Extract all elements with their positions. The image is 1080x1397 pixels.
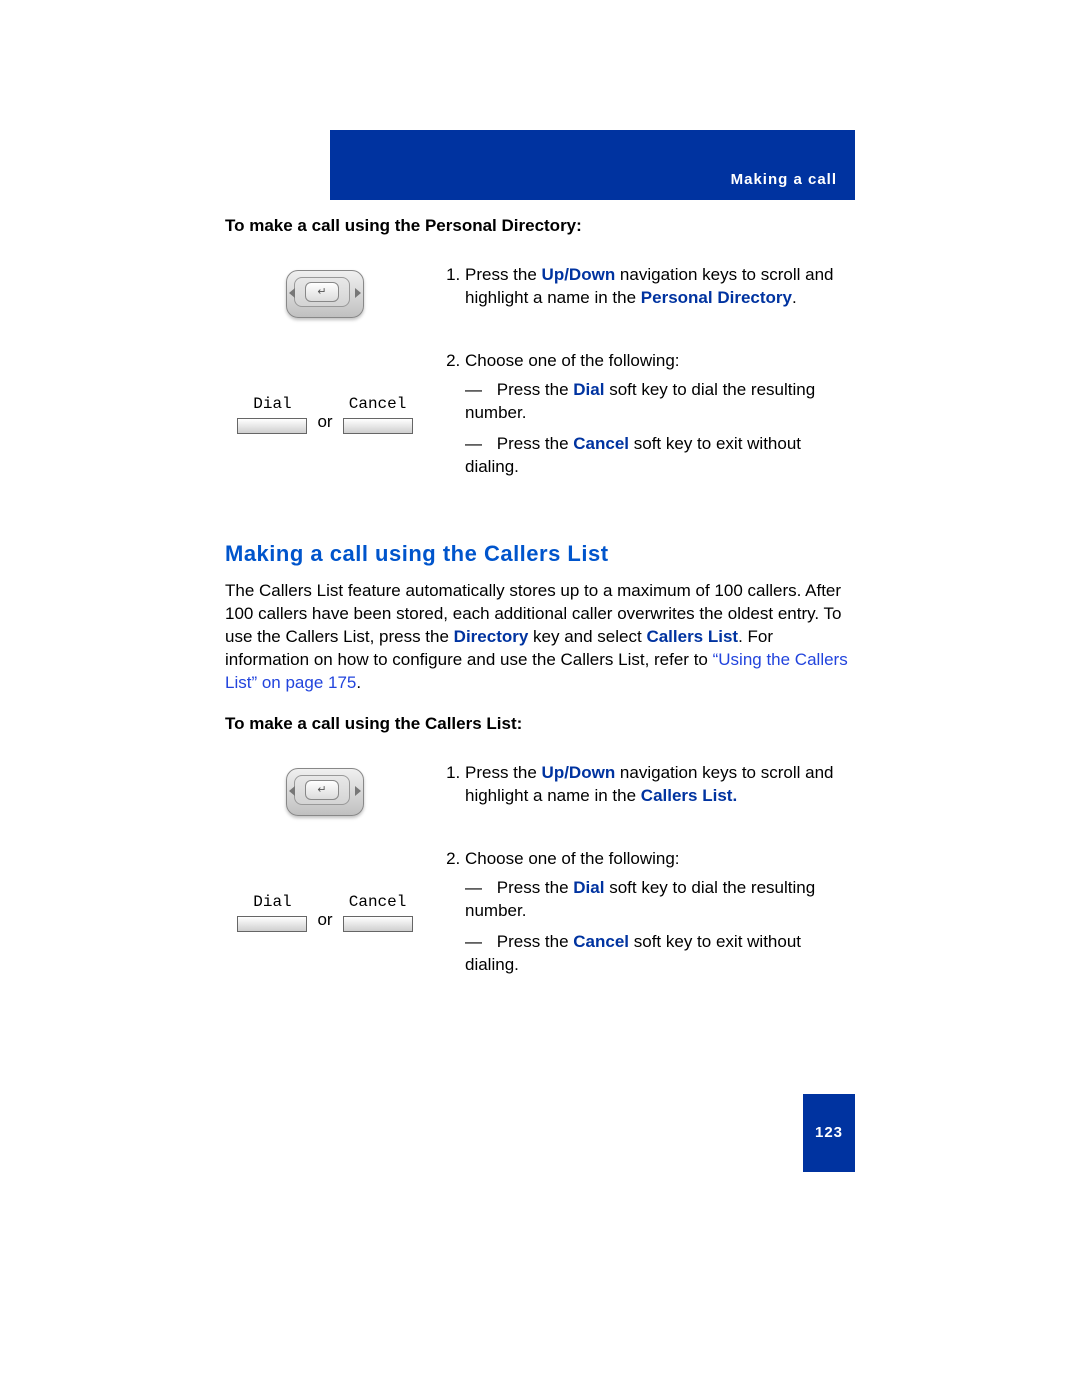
navpad-icon: ↵ — [283, 268, 367, 322]
pd-step1-text: Press the Up/Down navigation keys to scr… — [443, 264, 855, 322]
pd-steps-block: ↵ Press the Up/Down navigation keys to s… — [225, 264, 855, 487]
procedure-heading-pd: To make a call using the Personal Direct… — [225, 215, 855, 238]
page-content: To make a call using the Personal Direct… — [225, 215, 855, 985]
procedure-heading-cl: To make a call using the Callers List: — [225, 713, 855, 736]
softkey-cancel-label: Cancel — [349, 892, 407, 914]
softkey-dial-label: Dial — [253, 892, 291, 914]
softkey-cancel-button-icon — [343, 916, 413, 932]
navpad-graphic: ↵ — [225, 264, 425, 322]
pd-step2-text: Choose one of the following: Press the D… — [443, 322, 855, 487]
pd-step1: Press the Up/Down navigation keys to scr… — [465, 264, 855, 310]
page-number-tab: 123 — [803, 1094, 855, 1172]
chapter-header-label: Making a call — [731, 170, 837, 190]
navpad-icon: ↵ — [283, 766, 367, 820]
cl-step2-text: Choose one of the following: Press the D… — [443, 820, 855, 985]
or-label: or — [317, 909, 332, 932]
softkey-cancel: Cancel — [343, 892, 413, 932]
softkeys-graphic: Dial or Cancel — [225, 322, 425, 487]
cl-step1: Press the Up/Down navigation keys to scr… — [465, 762, 855, 808]
pd-step2: Choose one of the following: Press the D… — [465, 350, 855, 479]
cl-step2b: Press the Cancel soft key to exit withou… — [465, 931, 855, 977]
softkey-cancel-button-icon — [343, 418, 413, 434]
softkey-dial-button-icon — [237, 418, 307, 434]
section-heading-callers-list: Making a call using the Callers List — [225, 539, 855, 569]
softkey-dial: Dial — [237, 394, 307, 434]
softkey-cancel: Cancel — [343, 394, 413, 434]
softkeys-graphic-2: Dial or Cancel — [225, 820, 425, 985]
softkey-dial-button-icon — [237, 916, 307, 932]
softkey-cancel-label: Cancel — [349, 394, 407, 416]
pd-step2b: Press the Cancel soft key to exit withou… — [465, 433, 855, 479]
softkey-dial: Dial — [237, 892, 307, 932]
cl-step1-text: Press the Up/Down navigation keys to scr… — [443, 762, 855, 820]
pd-step2a: Press the Dial soft key to dial the resu… — [465, 379, 855, 425]
or-label: or — [317, 411, 332, 434]
cl-step2a: Press the Dial soft key to dial the resu… — [465, 877, 855, 923]
chapter-header-bar: Making a call — [330, 130, 855, 200]
cl-steps-block: ↵ Press the Up/Down navigation keys to s… — [225, 762, 855, 985]
page-number: 123 — [815, 1123, 843, 1143]
softkey-dial-label: Dial — [253, 394, 291, 416]
callers-list-paragraph: The Callers List feature automatically s… — [225, 580, 855, 695]
navpad-graphic-2: ↵ — [225, 762, 425, 820]
document-page: Making a call To make a call using the P… — [0, 0, 1080, 1397]
cl-step2: Choose one of the following: Press the D… — [465, 848, 855, 977]
